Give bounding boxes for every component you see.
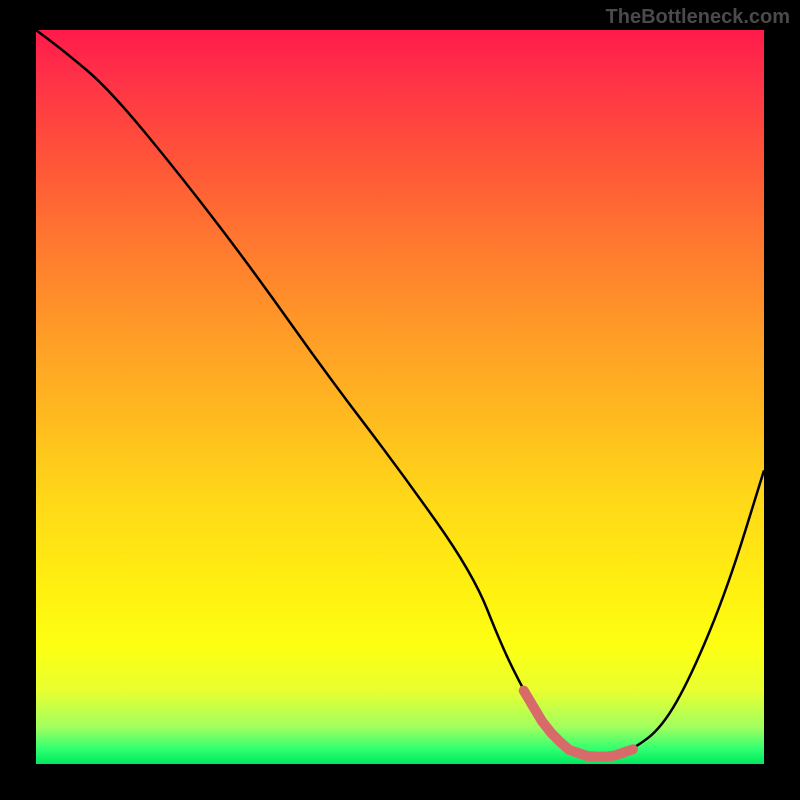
watermark-text: TheBottleneck.com xyxy=(606,6,790,29)
chart-area xyxy=(36,30,764,764)
gradient-background xyxy=(36,30,764,764)
chart-container: TheBottleneck.com xyxy=(0,0,800,800)
